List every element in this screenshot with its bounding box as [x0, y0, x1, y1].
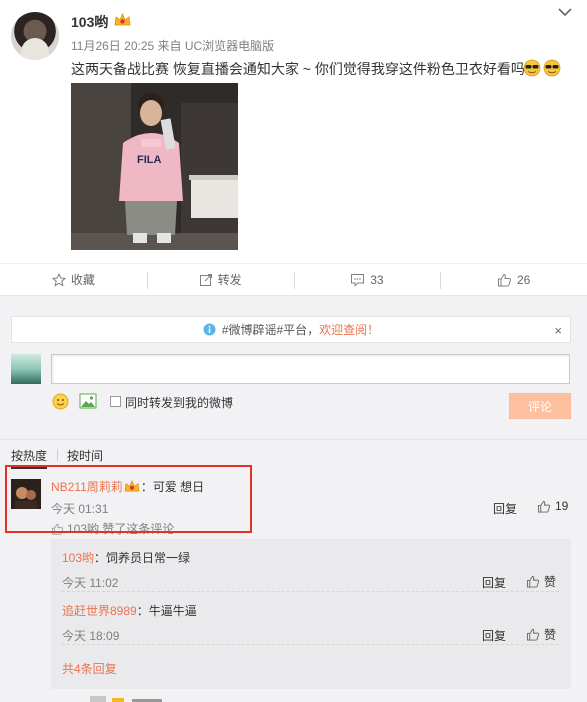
comment-count: 33	[370, 272, 384, 287]
more-replies-link[interactable]: 共4条回复	[62, 660, 117, 677]
sort-by-hot-tab[interactable]: 按热度	[11, 447, 48, 469]
svg-text:FILA: FILA	[137, 154, 161, 166]
thumbs-up-icon	[526, 575, 539, 588]
reply-author[interactable]: 追赶世界8989	[62, 604, 137, 618]
weibo-post: 103哟 11月26日 20:25 来自 UC浏览器电脑版 这两天备战比赛 恢复…	[0, 0, 587, 262]
reply-content: 103哟：饲养员日常一绿	[62, 549, 190, 566]
reply-time: 今天 11:02	[62, 576, 119, 590]
post-action-bar: 收藏 转发 33 26	[0, 263, 587, 296]
comment-row: NB211周莉莉 ：可爱 想日	[51, 478, 204, 495]
comment-input[interactable]	[51, 354, 570, 384]
vip-crown-icon[interactable]	[114, 13, 131, 27]
star-icon	[51, 272, 66, 287]
reply-like-label: 赞	[544, 575, 557, 589]
thumbs-up-icon	[497, 273, 511, 286]
post-text: 这两天备战比赛 恢复直播会通知大家 ~ 你们觉得我穿这件粉色卫衣好看吗	[71, 61, 525, 77]
favorite-button[interactable]: 收藏	[0, 264, 147, 295]
sort-bar: 按热度 按时间	[0, 439, 587, 469]
repost-label: 转发	[217, 273, 242, 287]
repost-button[interactable]: 转发	[146, 264, 294, 295]
next-comment-partial	[90, 696, 162, 702]
submit-comment-button[interactable]: 评论	[509, 393, 571, 419]
post-meta: 11月26日 20:25 来自 UC浏览器电脑版	[71, 39, 275, 53]
rumor-notice: #微博辟谣#平台， 欢迎查阅！ ×	[11, 316, 571, 343]
comment-section: #微博辟谣#平台， 欢迎查阅！ × 同时转发到我的微博 评论 按热度 按时间 N…	[0, 296, 587, 702]
reply-reply-button[interactable]: 回复	[482, 627, 506, 644]
reply-list: 103哟：饲养员日常一绿 今天 11:02 回复 赞 追赶世界8989：牛逼牛逼…	[51, 539, 571, 689]
favorite-label: 收藏	[70, 273, 95, 287]
commenter-name[interactable]: NB211周莉莉	[51, 480, 123, 494]
comment-time: 今天 01:31	[51, 502, 109, 516]
author-avatar[interactable]	[11, 12, 59, 60]
sort-divider	[57, 449, 58, 461]
cool-emoji-icon	[523, 59, 561, 77]
reply-divider	[62, 644, 559, 645]
repost-icon	[199, 273, 212, 286]
emoji-icon[interactable]	[52, 393, 69, 410]
my-avatar	[11, 354, 41, 384]
comment-like-count: 19	[555, 499, 569, 513]
repost-checkbox[interactable]	[110, 396, 121, 407]
reply-like-button[interactable]: 赞	[526, 573, 556, 590]
comment-like-button[interactable]: 19	[537, 499, 568, 513]
info-icon	[203, 323, 216, 336]
reply-author[interactable]: 103哟	[62, 551, 94, 565]
like-button[interactable]: 26	[440, 264, 587, 295]
author-liked-note: 103哟 赞了这条评论	[51, 520, 174, 537]
reply-text: ：饲养员日常一绿	[94, 551, 191, 565]
image-icon[interactable]	[79, 393, 97, 409]
like-count: 26	[516, 272, 531, 287]
reply-divider	[62, 591, 559, 592]
reply-time: 今天 18:09	[62, 629, 120, 643]
reply-like-button[interactable]: 赞	[526, 626, 556, 643]
notice-text: #微博辟谣#平台，	[221, 323, 320, 337]
comment-reply-button[interactable]: 回复	[493, 500, 517, 517]
thumbs-up-icon	[51, 523, 64, 535]
liked-note-text: 103哟 赞了这条评论	[67, 522, 175, 536]
sort-by-time-tab[interactable]: 按时间	[67, 447, 103, 464]
chevron-down-icon[interactable]	[557, 6, 573, 18]
reply-reply-button[interactable]: 回复	[482, 574, 506, 591]
vip-crown-icon[interactable]	[124, 479, 140, 493]
comment-button[interactable]: 33	[293, 264, 441, 295]
thumbs-up-icon	[537, 500, 550, 513]
close-icon[interactable]: ×	[554, 323, 562, 338]
notice-link[interactable]: 欢迎查阅！	[319, 321, 379, 338]
post-photo[interactable]: FILA	[71, 83, 238, 250]
comment-icon	[351, 273, 365, 287]
reply-text: ：牛逼牛逼	[136, 604, 197, 618]
reply-content: 追赶世界8989：牛逼牛逼	[62, 602, 197, 619]
thumbs-up-icon	[526, 628, 539, 641]
repost-option-label[interactable]: 同时转发到我的微博	[125, 394, 233, 411]
author-name[interactable]: 103哟	[71, 12, 108, 32]
commenter-avatar[interactable]	[11, 479, 41, 509]
reply-like-label: 赞	[544, 628, 557, 642]
comment-text: ：可爱 想日	[140, 480, 205, 494]
